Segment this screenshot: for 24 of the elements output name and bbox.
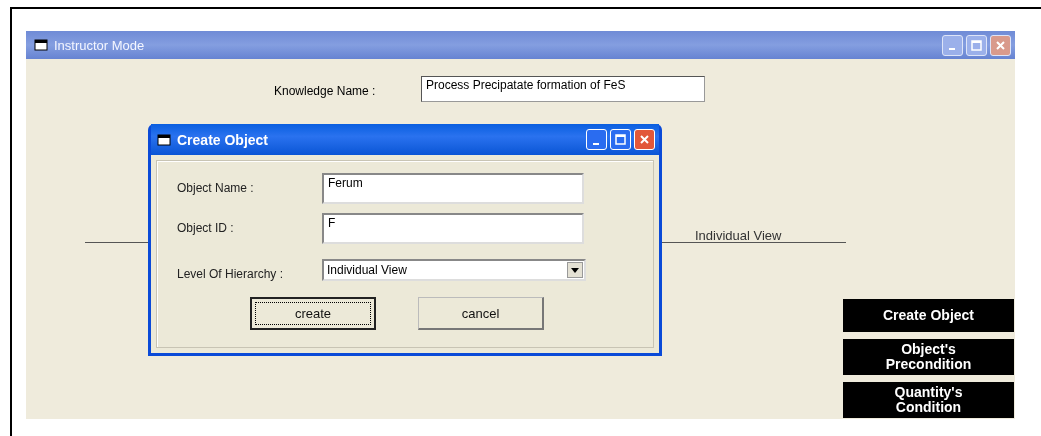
window-icon bbox=[34, 39, 48, 51]
knowledge-name-field[interactable]: Process Precipatate formation of FeS bbox=[421, 76, 705, 102]
maximize-icon bbox=[615, 134, 626, 145]
close-icon bbox=[995, 39, 1006, 51]
text-field[interactable]: F bbox=[322, 213, 584, 244]
close-icon bbox=[639, 134, 650, 145]
side-button[interactable]: Object's Precondition bbox=[843, 339, 1014, 375]
field-label: Knowledge Name : bbox=[274, 84, 376, 98]
maximize-icon bbox=[971, 39, 982, 51]
minimize-icon bbox=[948, 48, 955, 50]
minimize-icon bbox=[592, 142, 599, 145]
field-label: Level Of Hierarchy : bbox=[177, 266, 285, 281]
side-button[interactable]: Quantity's Condition bbox=[843, 382, 1014, 418]
side-button[interactable]: Create Object bbox=[843, 299, 1014, 332]
dialog-button[interactable]: create bbox=[250, 297, 376, 330]
dropdown[interactable]: Individual View bbox=[322, 259, 586, 281]
hierarchy-label: Individual View bbox=[695, 228, 782, 243]
field-label: Object ID : bbox=[177, 220, 235, 235]
window-icon bbox=[157, 133, 171, 146]
dialog-button[interactable]: cancel bbox=[418, 297, 544, 330]
field-label: Object Name : bbox=[177, 180, 255, 195]
dialog-title: Create Object bbox=[177, 131, 270, 148]
text-field[interactable]: Ferum bbox=[322, 173, 584, 204]
window-title: Instructor Mode bbox=[54, 37, 146, 53]
